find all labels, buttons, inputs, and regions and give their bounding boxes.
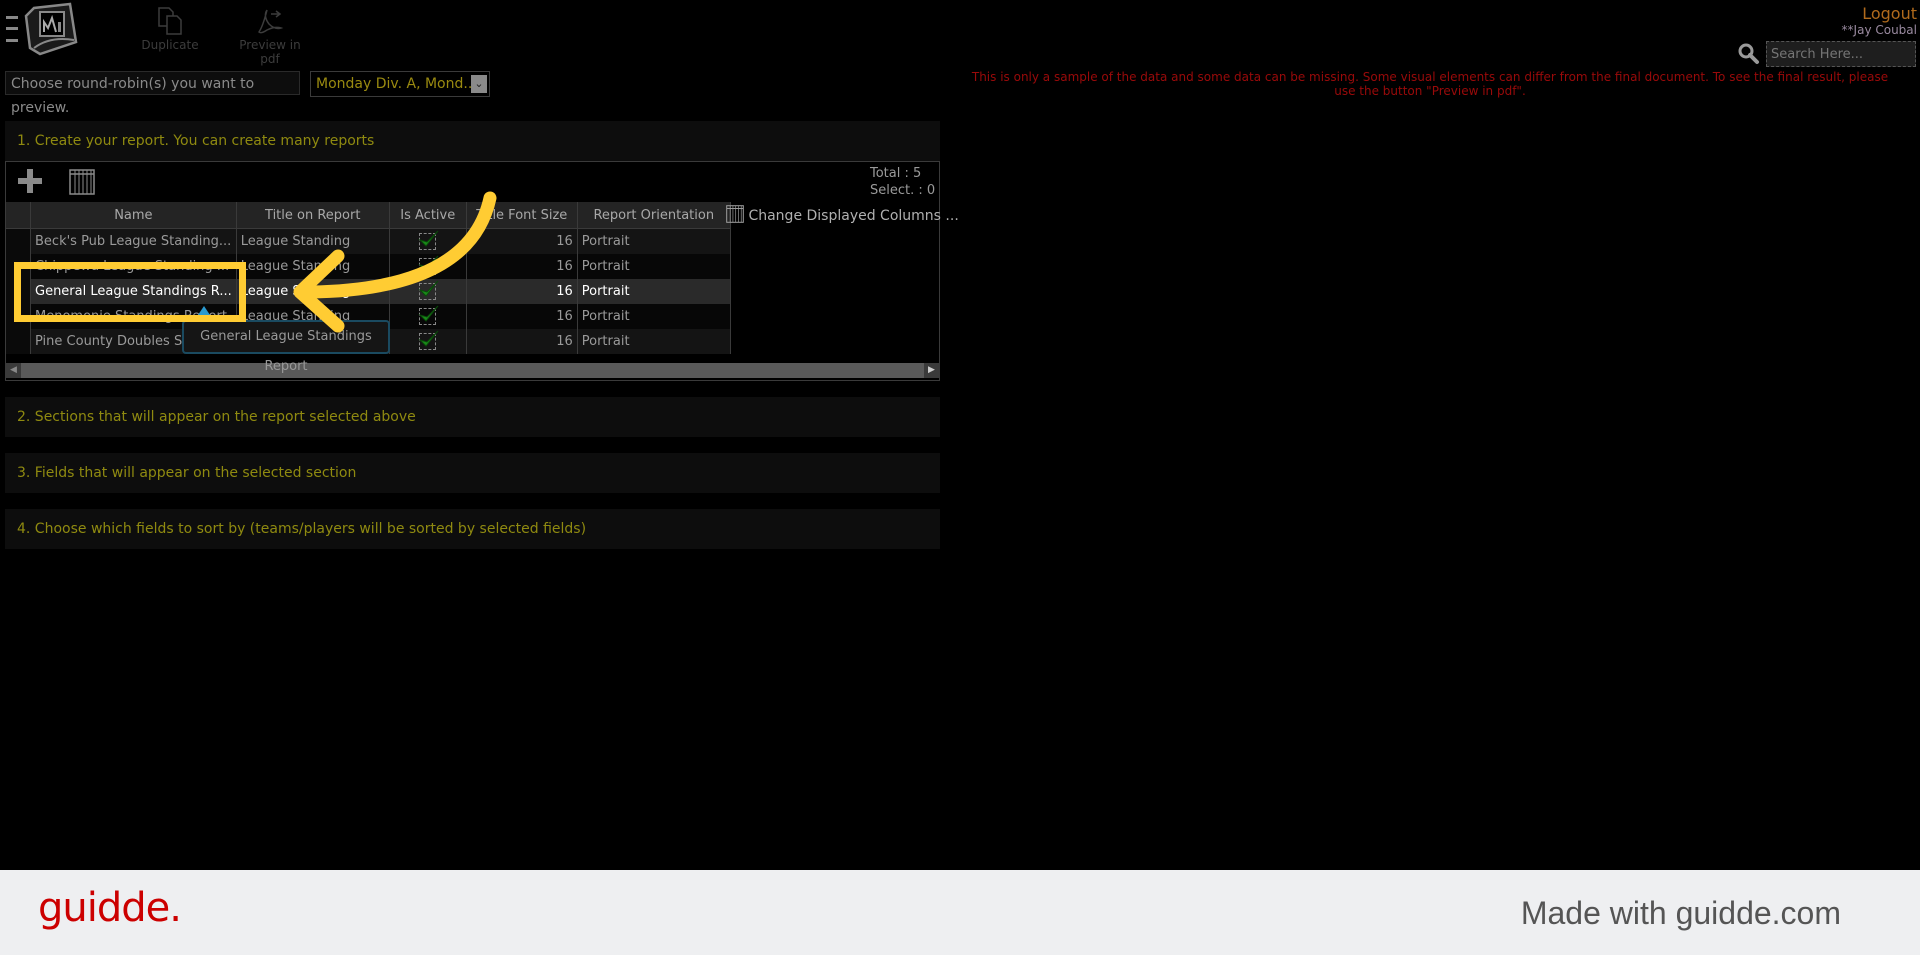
- name-tooltip: General League Standings Report: [182, 320, 390, 374]
- section-sort-fields-header[interactable]: 4. Choose which fields to sort by (teams…: [5, 509, 940, 549]
- logout-link[interactable]: Logout: [1862, 4, 1917, 23]
- cell-font-size[interactable]: 16: [466, 254, 578, 279]
- cell-orientation[interactable]: Portrait: [577, 228, 731, 254]
- search-icon[interactable]: [1738, 43, 1760, 69]
- plus-icon: [18, 169, 42, 193]
- row-selector-header: [6, 202, 31, 229]
- section-fields-header[interactable]: 3. Fields that will appear on the select…: [5, 453, 940, 493]
- cell-active[interactable]: [389, 304, 467, 329]
- row-selector[interactable]: [6, 228, 31, 254]
- column-header-orientation[interactable]: Report Orientation: [577, 202, 731, 229]
- active-checkbox[interactable]: [418, 330, 439, 350]
- check-icon: [418, 280, 439, 297]
- cell-font-size[interactable]: 16: [466, 228, 578, 254]
- add-report-button[interactable]: [16, 167, 44, 199]
- horizontal-scrollbar[interactable]: [6, 363, 939, 378]
- cell-active[interactable]: [389, 279, 467, 304]
- cell-active[interactable]: [389, 228, 467, 254]
- grid-totals: Total : 5 Select. : 0: [870, 165, 935, 199]
- change-columns-label: Change Displayed Columns ...: [748, 208, 959, 224]
- column-header-name[interactable]: Name: [30, 202, 237, 229]
- cell-title[interactable]: League Standing: [236, 228, 390, 254]
- preview-pdf-button[interactable]: Preview in pdf: [228, 6, 312, 66]
- check-icon: [418, 255, 439, 272]
- section-create-report-header[interactable]: 1. Create your report. You can create ma…: [5, 121, 940, 161]
- made-with-guidde: Made with guidde.com: [1520, 895, 1841, 931]
- cell-title[interactable]: League Standing: [236, 279, 390, 304]
- cell-font-size[interactable]: 16: [466, 304, 578, 329]
- row-selector[interactable]: [6, 329, 31, 354]
- duplicate-button[interactable]: Duplicate: [140, 6, 200, 52]
- scroll-left-arrow-icon[interactable]: ◀: [6, 363, 21, 378]
- cell-font-size[interactable]: 16: [466, 329, 578, 354]
- round-robin-selected-value: Monday Div. A, Mond...: [316, 76, 477, 92]
- preview-pdf-label: Preview in pdf: [239, 38, 301, 66]
- search-input[interactable]: [1766, 41, 1916, 67]
- active-checkbox[interactable]: [418, 230, 439, 250]
- round-robin-select[interactable]: Monday Div. A, Mond... ⌄: [310, 71, 490, 97]
- check-icon: [418, 330, 439, 347]
- column-header-font-size[interactable]: Title Font Size: [466, 202, 578, 229]
- preview-notice: This is only a sample of the data and so…: [971, 70, 1889, 98]
- column-header-active[interactable]: Is Active: [389, 202, 467, 229]
- columns-icon: [69, 169, 95, 195]
- column-header-title[interactable]: Title on Report: [236, 202, 390, 229]
- chevron-down-icon[interactable]: ⌄: [471, 75, 487, 93]
- cell-orientation[interactable]: Portrait: [577, 304, 731, 329]
- cell-active[interactable]: [389, 329, 467, 354]
- scroll-right-arrow-icon[interactable]: ▶: [924, 363, 939, 378]
- pdf-icon: [258, 9, 284, 34]
- total-count: Total : 5: [870, 166, 922, 181]
- columns-button[interactable]: [69, 169, 95, 199]
- cell-orientation[interactable]: Portrait: [577, 329, 731, 354]
- table-row[interactable]: Beck's Pub League Standing... League Stan…: [6, 228, 731, 254]
- cell-orientation[interactable]: Portrait: [577, 279, 731, 304]
- active-checkbox[interactable]: [418, 280, 439, 300]
- cell-name[interactable]: Beck's Pub League Standing...: [30, 228, 237, 254]
- app-logo-menu[interactable]: [4, 2, 80, 56]
- selected-count: Select. : 0: [870, 183, 936, 198]
- change-displayed-columns-button[interactable]: Change Displayed Columns ...: [726, 205, 959, 224]
- section-report-sections-header[interactable]: 2. Sections that will appear on the repo…: [5, 397, 940, 437]
- active-checkbox[interactable]: [418, 255, 439, 275]
- check-icon: [418, 230, 439, 247]
- cell-title[interactable]: League Standing: [236, 254, 390, 279]
- user-name: **Jay Coubal: [1841, 23, 1917, 37]
- annotation-highlight-box: [14, 262, 246, 322]
- duplicate-label: Duplicate: [141, 38, 199, 52]
- duplicate-icon: [158, 7, 182, 35]
- columns-icon: [726, 205, 744, 223]
- cell-active[interactable]: [389, 254, 467, 279]
- check-icon: [418, 305, 439, 322]
- guidde-logo: guidde.: [38, 885, 182, 931]
- cell-font-size[interactable]: 16: [466, 279, 578, 304]
- round-robin-label: Choose round-robin(s) you want to previe…: [5, 71, 300, 116]
- active-checkbox[interactable]: [418, 305, 439, 325]
- cell-orientation[interactable]: Portrait: [577, 254, 731, 279]
